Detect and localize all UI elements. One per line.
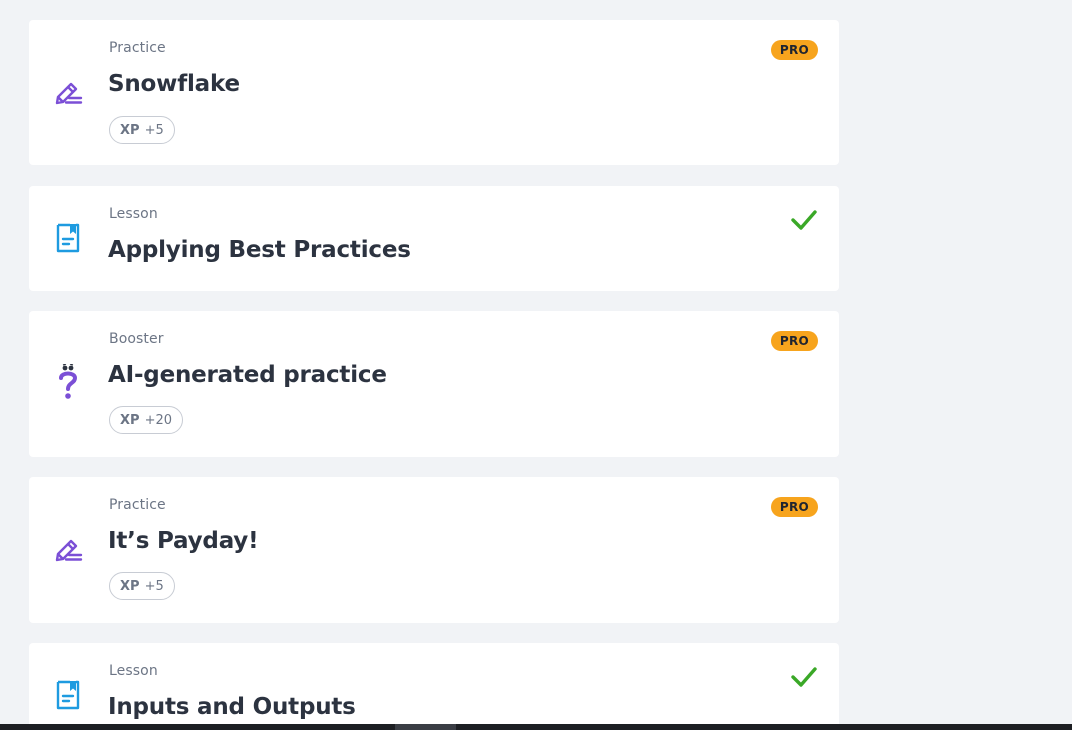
practice-card-snowflake[interactable]: Practice Snowflake XP +5 PRO bbox=[29, 20, 839, 165]
question-icon bbox=[51, 364, 85, 400]
xp-pill: XP +5 bbox=[109, 572, 175, 600]
xp-pill: XP +20 bbox=[109, 406, 183, 434]
lesson-icon bbox=[51, 221, 85, 255]
pro-badge: PRO bbox=[770, 40, 818, 60]
lesson-card-applying-best-practices[interactable]: Lesson Applying Best Practices bbox=[29, 186, 839, 291]
card-type-label: Lesson bbox=[109, 206, 158, 222]
card-title: Applying Best Practices bbox=[108, 237, 411, 263]
xp-value: +20 bbox=[144, 412, 172, 428]
card-title: Inputs and Outputs bbox=[108, 694, 356, 720]
practice-card-its-payday[interactable]: Practice It’s Payday! XP +5 PRO bbox=[29, 477, 839, 623]
xp-label: XP bbox=[120, 122, 140, 138]
xp-value: +5 bbox=[144, 122, 164, 138]
xp-pill: XP +5 bbox=[109, 116, 175, 144]
pencil-icon bbox=[51, 533, 85, 567]
card-type-label: Practice bbox=[109, 40, 166, 56]
lesson-icon bbox=[51, 678, 85, 712]
pro-badge: PRO bbox=[770, 331, 818, 351]
card-title: AI-generated practice bbox=[108, 362, 387, 388]
card-title: It’s Payday! bbox=[108, 528, 259, 554]
xp-value: +5 bbox=[144, 578, 164, 594]
pencil-icon bbox=[51, 76, 85, 110]
horizontal-scrollbar[interactable] bbox=[0, 724, 1072, 730]
check-icon bbox=[791, 667, 817, 687]
xp-label: XP bbox=[120, 578, 140, 594]
pro-badge: PRO bbox=[770, 497, 818, 517]
card-type-label: Practice bbox=[109, 497, 166, 513]
card-type-label: Lesson bbox=[109, 663, 158, 679]
card-type-label: Booster bbox=[109, 331, 164, 347]
lesson-card-inputs-and-outputs[interactable]: Lesson Inputs and Outputs bbox=[29, 643, 839, 730]
check-icon bbox=[791, 210, 817, 230]
scrollbar-thumb[interactable] bbox=[395, 724, 456, 730]
card-title: Snowflake bbox=[108, 71, 240, 97]
xp-label: XP bbox=[120, 412, 140, 428]
booster-card-ai-generated-practice[interactable]: Booster AI-generated practice XP +20 PRO bbox=[29, 311, 839, 457]
